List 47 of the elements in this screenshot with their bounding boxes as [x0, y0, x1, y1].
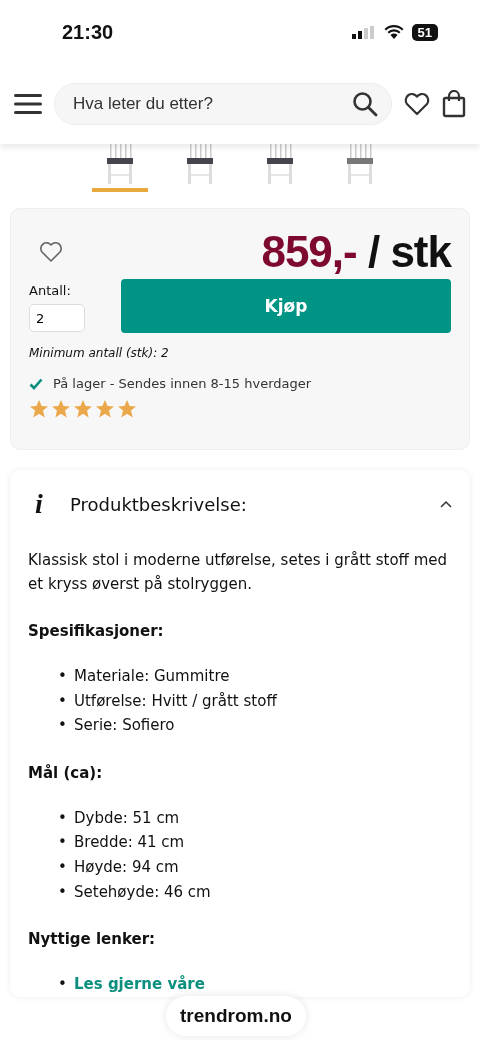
- star-icon: [117, 399, 137, 419]
- price: 859,- / stk: [261, 227, 451, 277]
- info-icon: i: [28, 488, 50, 520]
- description-text: Klassisk stol i moderne utførelse, setes i grått stoff med et kryss øverst på stolryggen.: [28, 550, 449, 595]
- bullet: •: [58, 715, 68, 737]
- bullet: •: [58, 690, 68, 712]
- status-time: 21:30: [62, 20, 114, 44]
- signal-icon: [351, 25, 376, 39]
- bullet: •: [58, 832, 68, 854]
- star-icon: [73, 399, 93, 419]
- star-icon: [29, 399, 49, 419]
- search-field[interactable]: Hva leter du etter?: [54, 83, 392, 125]
- thumbnail[interactable]: [92, 144, 148, 192]
- list-item: Høyde: 94 cm: [74, 857, 179, 876]
- battery-level: 51: [411, 23, 438, 41]
- bullet: •: [58, 856, 68, 878]
- bullet: •: [58, 974, 68, 996]
- list-item: Dybde: 51 cm: [74, 808, 180, 827]
- url-label: trendrom.no: [166, 996, 306, 1036]
- star-icon: [95, 399, 115, 419]
- bullet: •: [58, 807, 68, 829]
- buy-button[interactable]: Kjøp: [121, 279, 451, 333]
- stock-status: På lager - Sendes innen 8-15 hverdager: [53, 376, 312, 391]
- star-icon: [51, 399, 71, 419]
- heart-icon[interactable]: [39, 241, 63, 263]
- quantity-field[interactable]: 2: [29, 304, 85, 332]
- wifi-icon: [383, 25, 404, 39]
- list-item: Materiale: Gummitre: [74, 667, 230, 685]
- quantity-label: Antall:: [29, 283, 72, 298]
- check-icon: [29, 377, 43, 390]
- menu-icon[interactable]: [14, 94, 42, 114]
- minimum-quantity: Minimum antall (stk): 2: [29, 346, 170, 360]
- search-icon[interactable]: [352, 91, 378, 117]
- section-title: Produktbeskrivelse:: [70, 493, 248, 515]
- list-item: Setehøyde: 46 cm: [74, 882, 211, 901]
- chevron-icon[interactable]: [440, 500, 452, 508]
- bullet: •: [58, 881, 68, 903]
- list-item: Serie: Sofiero: [74, 716, 175, 735]
- section-heading: Spesifikasjoner:: [28, 622, 165, 640]
- shopping-bag-icon[interactable]: [442, 90, 466, 118]
- list-item: Utførelse: Hvitt / grått stoff: [74, 691, 277, 710]
- section-heading: Nyttige lenker:: [28, 930, 157, 949]
- list-item: Bredde: 41 cm: [74, 833, 185, 852]
- section-heading: Mål (ca):: [28, 763, 104, 782]
- link[interactable]: Les gjerne våre: [74, 975, 205, 994]
- bullet: •: [58, 666, 68, 687]
- heart-icon[interactable]: [404, 92, 430, 116]
